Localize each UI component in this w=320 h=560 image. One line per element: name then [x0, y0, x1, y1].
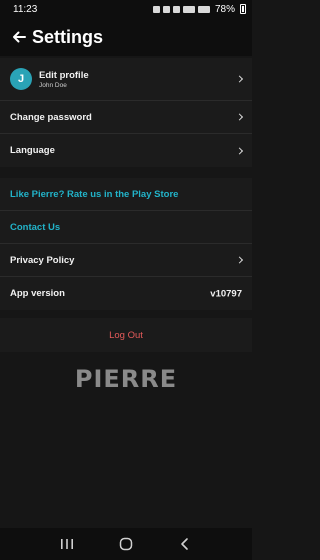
logo-text: PIERRE — [74, 365, 178, 393]
back-nav-icon[interactable] — [176, 535, 194, 553]
system-navigation-bar — [0, 528, 252, 560]
language-label: Language — [10, 145, 55, 156]
pierre-logo: PIERRE — [0, 365, 252, 393]
change-password-label: Change password — [10, 111, 92, 123]
battery-percentage: 78% — [214, 3, 235, 15]
chevron-right-icon — [235, 113, 244, 121]
home-icon[interactable] — [117, 535, 135, 553]
contact-us-link: Contact Us — [10, 221, 61, 233]
signal-icon — [197, 5, 210, 13]
battery-icon — [240, 4, 246, 14]
mute-icon — [172, 5, 180, 13]
language-row[interactable]: Language — [0, 134, 252, 167]
status-icons: 78% — [152, 3, 246, 15]
logout-label: Log Out — [109, 329, 143, 341]
recent-apps-icon[interactable] — [58, 535, 76, 553]
privacy-policy-label: Privacy Policy — [10, 254, 75, 266]
logout-button[interactable]: Log Out — [0, 318, 252, 352]
edit-profile-label: Edit profile — [39, 69, 89, 81]
app-version-label: App version — [10, 288, 65, 299]
about-settings-group: Like Pierre? Rate us in the Play Store C… — [0, 178, 252, 310]
profile-text: Edit profile John Doe — [39, 70, 89, 89]
contact-us-row[interactable]: Contact Us — [0, 211, 252, 244]
account-settings-group: J Edit profile John Doe Change password … — [0, 58, 252, 167]
app-version-row: App version v10797 — [0, 277, 252, 310]
status-time: 11:23 — [13, 3, 38, 15]
alarm-icon — [152, 5, 160, 13]
page-title: Settings — [32, 26, 104, 47]
change-password-row[interactable]: Change password — [0, 101, 252, 134]
chevron-right-icon — [235, 146, 244, 155]
chevron-right-icon — [235, 75, 244, 83]
avatar: J — [10, 68, 32, 90]
wifi-icon — [182, 5, 195, 13]
privacy-policy-row[interactable]: Privacy Policy — [0, 244, 252, 277]
edit-profile-row[interactable]: J Edit profile John Doe — [0, 58, 252, 101]
notification-icon — [162, 5, 170, 13]
status-bar: 11:23 78% — [0, 0, 252, 18]
rate-us-link: Like Pierre? Rate us in the Play Store — [10, 188, 179, 200]
profile-name: John Doe — [39, 81, 67, 89]
rate-us-row[interactable]: Like Pierre? Rate us in the Play Store — [0, 178, 252, 211]
app-version-value: v10797 — [210, 288, 242, 299]
back-arrow-icon[interactable] — [10, 28, 28, 46]
chevron-right-icon — [235, 256, 244, 264]
app-header: Settings — [0, 18, 252, 56]
